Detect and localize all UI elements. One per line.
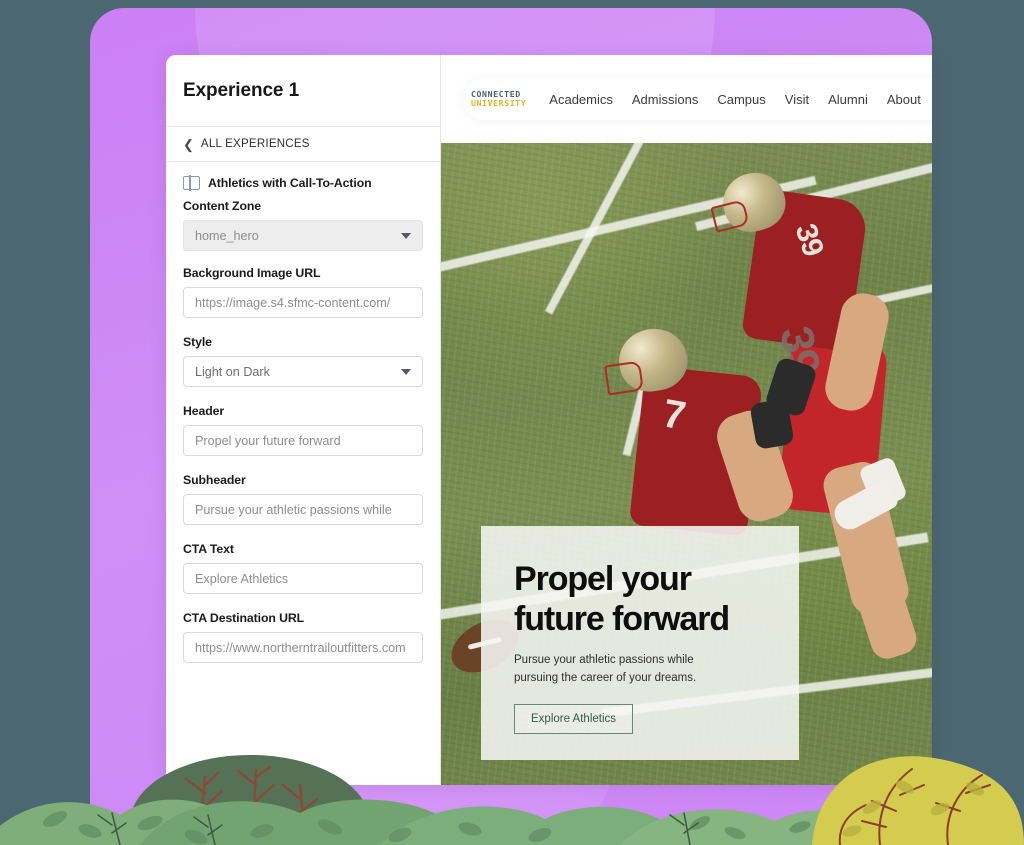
- hero-subtitle: Pursue your athletic passions while purs…: [514, 654, 697, 685]
- field-style: Style Light on Dark: [183, 335, 423, 387]
- connected-university-logo[interactable]: CONNECTED UNIVERSITY: [471, 90, 526, 107]
- nav-item-alumni[interactable]: Alumni: [828, 92, 868, 107]
- logo-line-2: UNIVERSITY: [471, 98, 527, 108]
- two-column-layout-icon: [183, 175, 200, 191]
- hero-title-line-2: future forward: [514, 600, 730, 639]
- nav-item-campus[interactable]: Campus: [717, 92, 765, 107]
- explore-athletics-button[interactable]: Explore Athletics: [514, 704, 634, 734]
- field-label: CTA Text: [183, 542, 234, 556]
- header-value: Propel your future forward: [195, 433, 341, 448]
- field-label: CTA Destination URL: [183, 611, 305, 625]
- content-zone-value: home_hero: [195, 228, 259, 243]
- sidebar-header: Experience 1: [166, 55, 440, 127]
- hero-title: Propel your future forward: [514, 559, 772, 639]
- nav-item-admissions[interactable]: Admissions: [632, 92, 698, 107]
- hero-section: 39 39 7 Propel your future forward Pursu…: [441, 143, 932, 785]
- site-navigation-bar: CONNECTED UNIVERSITY Academics Admission…: [441, 55, 932, 143]
- field-label: Subheader: [183, 473, 246, 487]
- header-input[interactable]: Propel your future forward: [183, 425, 423, 456]
- cta-destination-url-input[interactable]: https://www.northerntrailoutfitters.com: [183, 632, 423, 663]
- content-zone-select[interactable]: home_hero: [183, 220, 423, 251]
- breadcrumb-label: ALL EXPERIENCES: [200, 138, 310, 150]
- subheader-value: Pursue your athletic passions while: [195, 502, 392, 517]
- app-window: Experience 1 ❮ ALL EXPERIENCES Athletics…: [166, 55, 932, 785]
- hero-content-card: Propel your future forward Pursue your a…: [481, 526, 799, 760]
- component-header: Athletics with Call-To-Action: [183, 175, 423, 191]
- breadcrumb-all-experiences[interactable]: ❮ ALL EXPERIENCES: [166, 127, 440, 162]
- chevron-down-icon: [401, 368, 411, 375]
- field-cta-destination-url: CTA Destination URL https://www.northern…: [183, 611, 423, 663]
- style-value: Light on Dark: [195, 364, 270, 379]
- field-cta-text: CTA Text Explore Athletics: [183, 542, 423, 594]
- field-background-image-url: Background Image URL https://image.s4.sf…: [183, 266, 423, 318]
- hero-title-line-1: Propel your: [514, 560, 692, 599]
- cta-text-input[interactable]: Explore Athletics: [183, 563, 423, 594]
- nav-pill: CONNECTED UNIVERSITY Academics Admission…: [463, 78, 932, 120]
- field-label: Header: [183, 404, 225, 418]
- experience-editor-sidebar: Experience 1 ❮ ALL EXPERIENCES Athletics…: [166, 55, 441, 785]
- player-glove: [749, 398, 795, 450]
- nav-item-visit[interactable]: Visit: [785, 92, 809, 107]
- subheader-input[interactable]: Pursue your athletic passions while: [183, 494, 423, 525]
- field-label: Style: [183, 335, 212, 349]
- background-image-url-value: https://image.s4.sfmc-content.com/: [195, 295, 391, 310]
- field-content-zone: Content Zone home_hero: [183, 199, 423, 251]
- background-image-url-input[interactable]: https://image.s4.sfmc-content.com/: [183, 287, 423, 318]
- chevron-down-icon: [401, 232, 411, 239]
- chevron-left-icon: ❮: [183, 136, 194, 152]
- field-header: Header Propel your future forward: [183, 404, 423, 456]
- cta-destination-url-value: https://www.northerntrailoutfitters.com: [195, 640, 406, 655]
- nav-item-academics[interactable]: Academics: [549, 92, 613, 107]
- player-facemask: [604, 360, 644, 396]
- component-name: Athletics with Call-To-Action: [208, 176, 372, 190]
- field-subheader: Subheader Pursue your athletic passions …: [183, 473, 423, 525]
- style-select[interactable]: Light on Dark: [183, 356, 423, 387]
- cta-text-value: Explore Athletics: [195, 571, 289, 586]
- experience-form: Athletics with Call-To-Action Content Zo…: [166, 162, 440, 785]
- field-label: Background Image URL: [183, 266, 321, 280]
- website-preview-panel: CONNECTED UNIVERSITY Academics Admission…: [441, 55, 932, 785]
- field-label: Content Zone: [183, 199, 262, 213]
- nav-item-about[interactable]: About: [887, 92, 921, 107]
- page-title: Experience 1: [183, 79, 300, 101]
